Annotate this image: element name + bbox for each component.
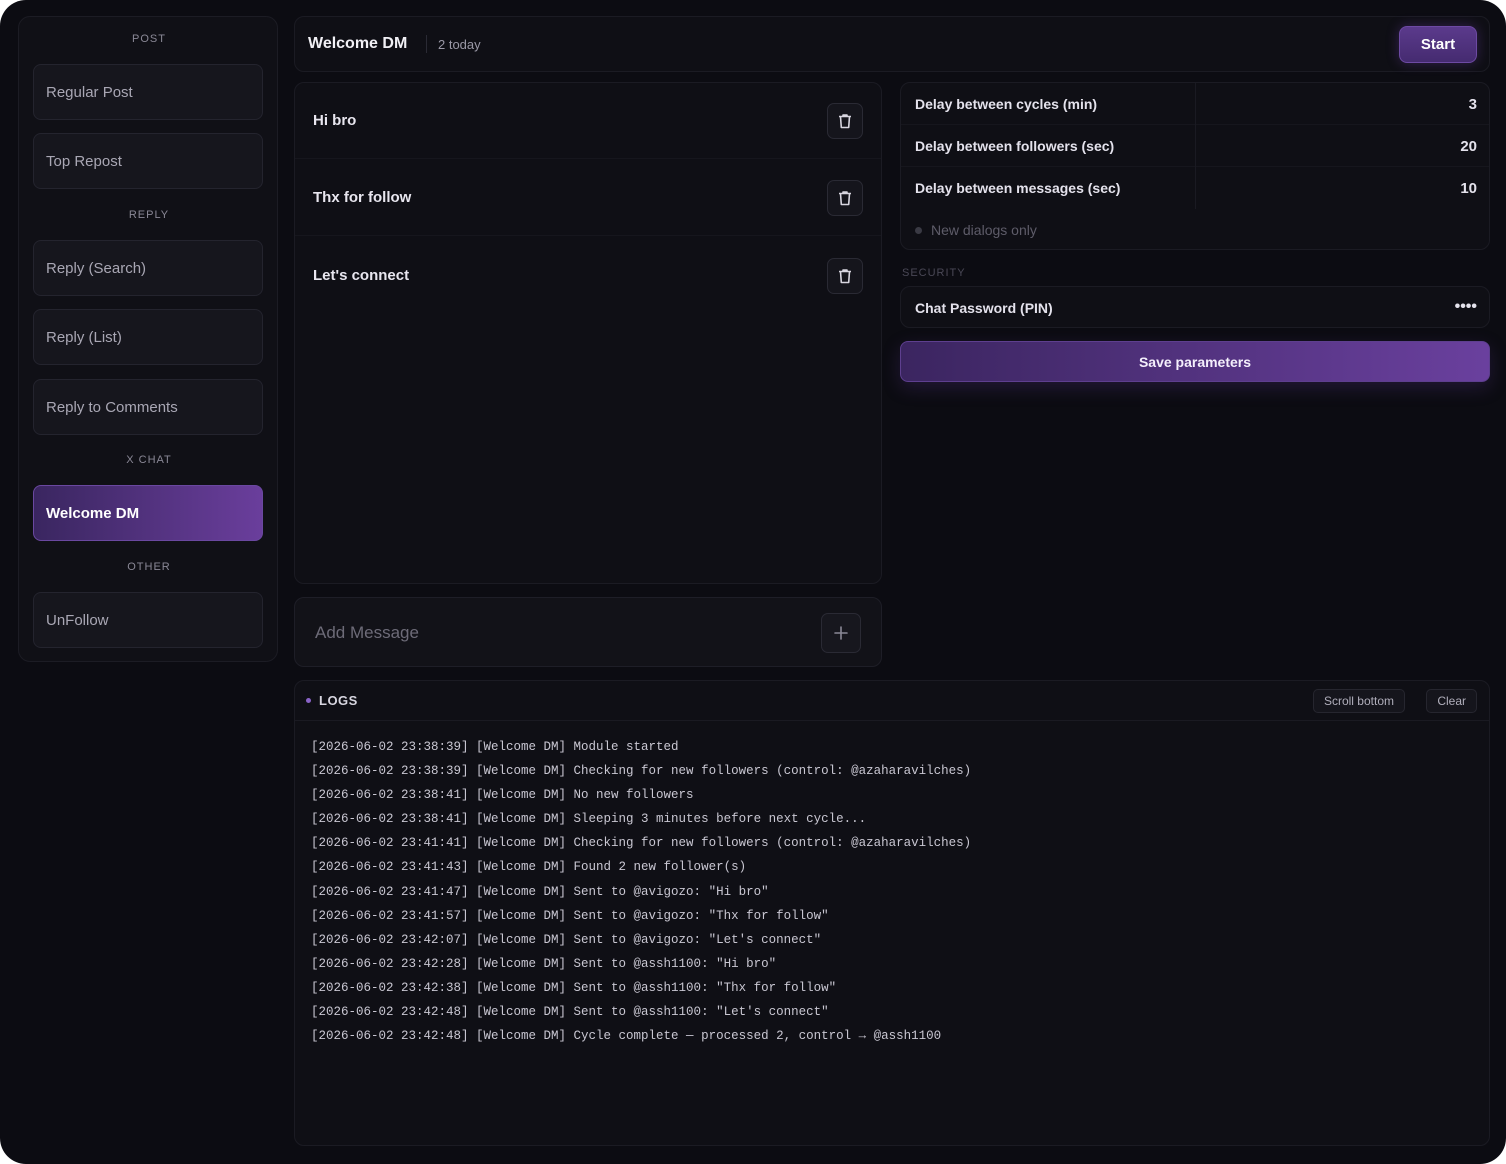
plus-icon bbox=[834, 626, 848, 640]
log-line: [2026-06-02 23:38:41] [Welcome DM] No ne… bbox=[311, 788, 694, 803]
sidebar-item-regular-post[interactable]: Regular Post bbox=[33, 64, 263, 120]
trash-icon bbox=[839, 114, 851, 129]
follower-delay-field[interactable] bbox=[1357, 135, 1477, 157]
message-item: Hi bro bbox=[295, 83, 881, 159]
scroll-bottom-button[interactable]: Scroll bottom bbox=[1312, 689, 1405, 713]
sidebar-item-welcome-dm[interactable]: Welcome DM bbox=[33, 485, 263, 541]
message-text: Let's connect bbox=[313, 267, 410, 284]
section-label-security: SECURITY bbox=[902, 267, 966, 279]
message-delay-field[interactable] bbox=[1357, 177, 1477, 199]
param-label: Delay between cycles (min) bbox=[915, 96, 1098, 112]
pin-row: Chat Password (PIN) bbox=[900, 286, 1490, 328]
page-title: Welcome DM bbox=[308, 35, 408, 52]
sidebar-item-top-repost[interactable]: Top Repost bbox=[33, 133, 263, 189]
trash-icon bbox=[839, 269, 851, 284]
delete-message-button[interactable] bbox=[827, 180, 863, 216]
param-label: Delay between followers (sec) bbox=[915, 138, 1115, 154]
module-header: Welcome DM 2 today Start bbox=[294, 16, 1490, 72]
logs-title: LOGS bbox=[319, 693, 358, 708]
sidebar-item-reply-to-comments[interactable]: Reply to Comments bbox=[33, 379, 263, 435]
param-separator bbox=[1195, 125, 1196, 167]
toggle-dot-icon bbox=[915, 226, 922, 234]
log-line: [2026-06-02 23:41:57] [Welcome DM] Sent … bbox=[311, 908, 829, 923]
message-item: Thx for follow bbox=[295, 160, 881, 236]
new-dialogs-label: New dialogs only bbox=[931, 222, 1037, 238]
new-dialogs-toggle[interactable]: New dialogs only bbox=[915, 222, 1037, 238]
log-line: [2026-06-02 23:38:39] [Welcome DM] Modul… bbox=[311, 740, 679, 754]
add-message-box bbox=[294, 597, 882, 667]
logs-dot-icon bbox=[306, 698, 311, 703]
param-label: Delay between messages (sec) bbox=[915, 180, 1121, 196]
log-line: [2026-06-02 23:41:47] [Welcome DM] Sent … bbox=[311, 884, 769, 899]
log-lines: [2026-06-02 23:38:39] [Welcome DM] Modul… bbox=[311, 735, 971, 1048]
log-line: [2026-06-02 23:42:48] [Welcome DM] Sent … bbox=[311, 1005, 829, 1020]
log-line: [2026-06-02 23:42:48] [Welcome DM] Cycle… bbox=[311, 1029, 942, 1044]
message-item: Let's connect bbox=[295, 238, 881, 314]
trash-icon bbox=[839, 191, 851, 206]
pin-field[interactable] bbox=[1357, 295, 1477, 319]
sidebar: POST Regular Post Top Repost REPLY Reply… bbox=[18, 16, 278, 662]
section-label-post: POST bbox=[132, 33, 166, 45]
param-row-message-delay: Delay between messages (sec) bbox=[901, 167, 1489, 209]
pin-label: Chat Password (PIN) bbox=[915, 300, 1053, 316]
param-separator bbox=[1195, 83, 1196, 125]
sidebar-item-reply-list[interactable]: Reply (List) bbox=[33, 309, 263, 365]
header-divider bbox=[426, 35, 427, 53]
add-message-input[interactable] bbox=[315, 622, 795, 644]
app-window: POST Regular Post Top Repost REPLY Reply… bbox=[0, 0, 1506, 1164]
cycle-delay-field[interactable] bbox=[1357, 93, 1477, 115]
param-separator bbox=[1195, 167, 1196, 209]
delete-message-button[interactable] bbox=[827, 258, 863, 294]
param-row-follower-delay: Delay between followers (sec) bbox=[901, 125, 1489, 167]
today-count: 2 today bbox=[438, 37, 481, 52]
start-button[interactable]: Start bbox=[1399, 26, 1477, 63]
log-line: [2026-06-02 23:42:38] [Welcome DM] Sent … bbox=[311, 980, 837, 995]
save-parameters-button[interactable]: Save parameters bbox=[900, 341, 1490, 382]
log-line: [2026-06-02 23:38:41] [Welcome DM] Sleep… bbox=[311, 812, 867, 827]
message-text: Thx for follow bbox=[313, 189, 412, 206]
sidebar-item-unfollow[interactable]: UnFollow bbox=[33, 592, 263, 648]
logs-header: LOGS Scroll bottom Clear bbox=[295, 681, 1489, 721]
log-line: [2026-06-02 23:42:07] [Welcome DM] Sent … bbox=[311, 932, 822, 947]
logs-panel: LOGS Scroll bottom Clear [2026-06-02 23:… bbox=[294, 680, 1490, 1146]
log-line: [2026-06-02 23:38:39] [Welcome DM] Check… bbox=[311, 764, 972, 779]
log-line: [2026-06-02 23:42:28] [Welcome DM] Sent … bbox=[311, 956, 777, 971]
sidebar-item-reply-search[interactable]: Reply (Search) bbox=[33, 240, 263, 296]
log-line: [2026-06-02 23:41:43] [Welcome DM] Found… bbox=[311, 860, 747, 875]
section-label-reply: REPLY bbox=[128, 209, 170, 221]
section-label-x-chat: X CHAT bbox=[126, 454, 172, 466]
add-message-button[interactable] bbox=[821, 613, 861, 653]
param-row-cycle-delay: Delay between cycles (min) bbox=[901, 83, 1489, 125]
delete-message-button[interactable] bbox=[827, 103, 863, 139]
section-label-other: OTHER bbox=[127, 561, 171, 573]
messages-list: Hi bro Thx for follow Let's connect bbox=[294, 82, 882, 584]
clear-logs-button[interactable]: Clear bbox=[1426, 689, 1477, 713]
log-line: [2026-06-02 23:41:41] [Welcome DM] Check… bbox=[311, 836, 972, 851]
parameters-panel: Delay between cycles (min) Delay between… bbox=[900, 82, 1490, 250]
message-text: Hi bro bbox=[313, 112, 357, 129]
